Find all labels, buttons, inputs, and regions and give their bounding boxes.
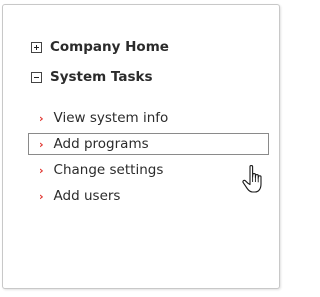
tree-node-company-home[interactable]: Company Home [31, 38, 169, 56]
chevron-right-icon: › [39, 111, 44, 125]
task-link-change-settings[interactable]: › Change settings [29, 159, 163, 181]
tree-node-system-tasks[interactable]: System Tasks [31, 68, 153, 86]
tree-node-label: System Tasks [50, 69, 153, 85]
task-link-view-system-info[interactable]: › View system info [29, 107, 168, 129]
plus-icon[interactable] [31, 41, 42, 53]
task-panel: Company Home System Tasks › View system … [2, 4, 280, 289]
chevron-right-icon: › [39, 163, 44, 177]
task-label: Add users [53, 188, 121, 204]
chevron-right-icon: › [39, 137, 44, 151]
chevron-right-icon: › [39, 189, 44, 203]
task-label: View system info [53, 110, 169, 126]
hand-pointer-icon [242, 164, 262, 193]
task-link-add-users[interactable]: › Add users [29, 185, 120, 207]
task-link-add-programs[interactable]: › Add programs [28, 133, 269, 155]
task-label: Change settings [53, 162, 164, 178]
minus-icon[interactable] [31, 71, 42, 83]
tree-node-label: Company Home [50, 39, 169, 55]
task-label: Add programs [53, 136, 149, 152]
